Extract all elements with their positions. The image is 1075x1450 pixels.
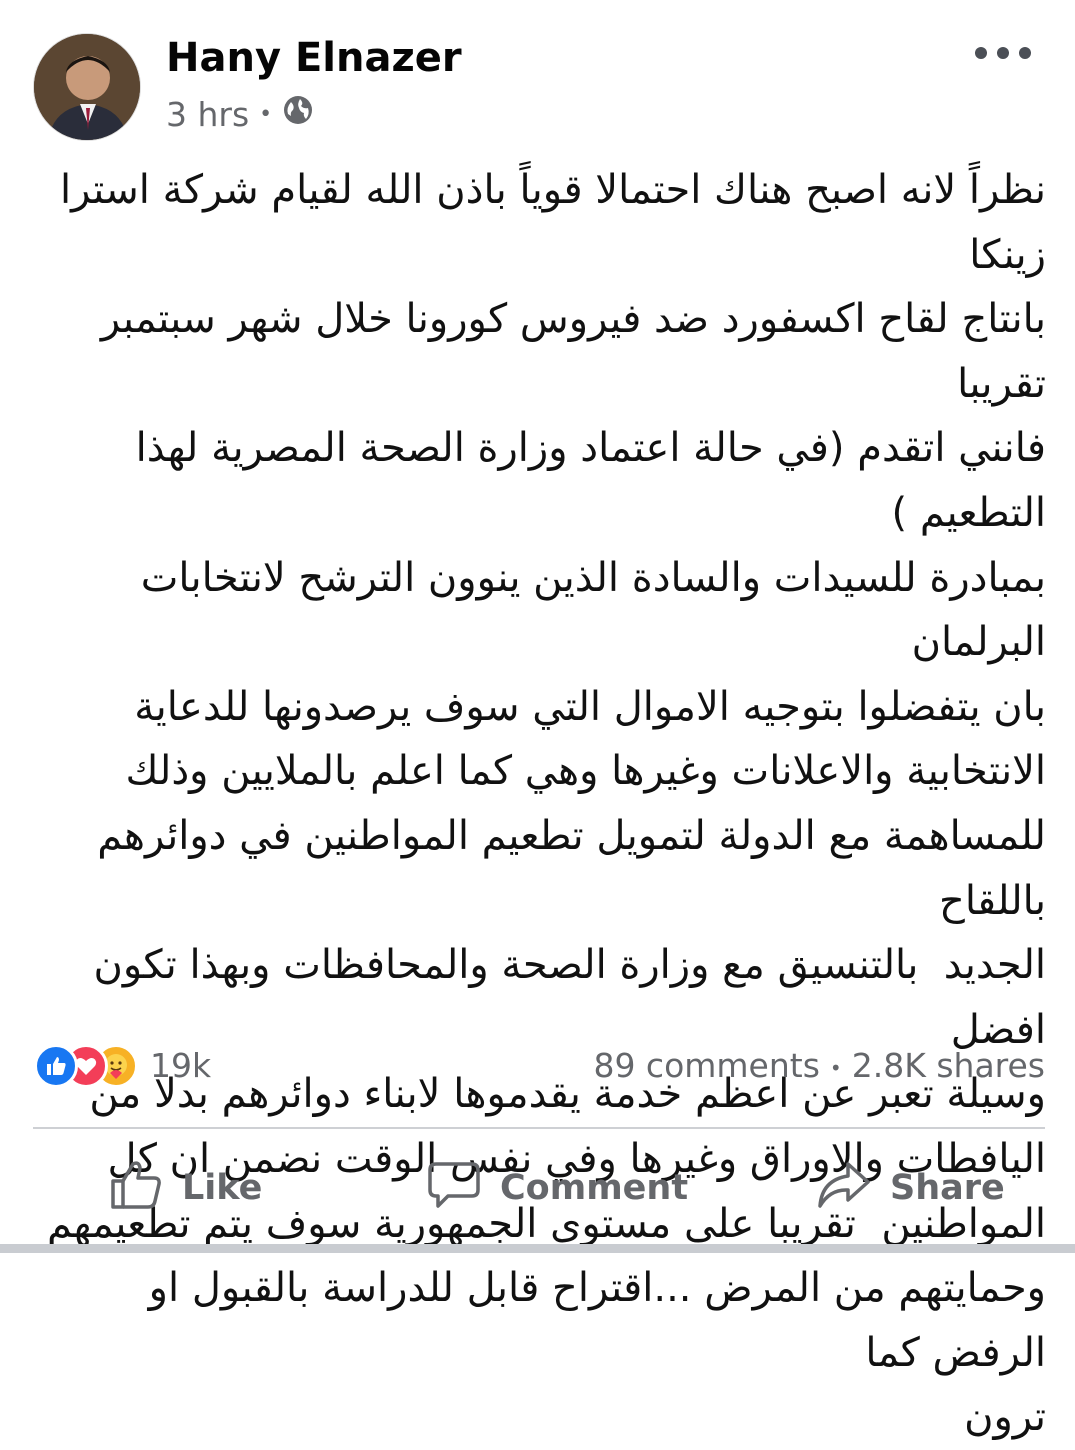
share-button[interactable]: Share [816, 1158, 1005, 1218]
more-options-icon[interactable] [975, 36, 1031, 70]
action-bar: Like Comment Share [0, 1140, 1075, 1236]
comment-bubble-icon [426, 1156, 500, 1221]
stats-separator: • [829, 1055, 842, 1080]
reactions-count: 19k [150, 1046, 212, 1085]
bottom-separator [0, 1244, 1075, 1253]
comments-count[interactable]: 89 comments [593, 1046, 819, 1085]
like-reaction-icon [34, 1044, 78, 1088]
author-name[interactable]: Hany Elnazer [166, 34, 462, 82]
reactions-summary[interactable]: 19k [34, 1044, 211, 1088]
like-button[interactable]: Like [108, 1158, 262, 1218]
post-meta: 3 hrs • [166, 94, 314, 135]
share-label: Share [890, 1168, 1005, 1208]
post-text: نظراً لانه اصبح هناك احتمالا قوياً باذن … [47, 167, 1046, 1441]
comment-label: Comment [500, 1168, 689, 1208]
share-arrow-icon [816, 1156, 890, 1221]
globe-icon[interactable] [282, 94, 314, 135]
post-header: Hany Elnazer 3 hrs • [0, 0, 1075, 150]
like-label: Like [182, 1168, 263, 1208]
thumbs-up-icon [108, 1156, 182, 1221]
author-avatar[interactable] [33, 33, 141, 141]
post-time[interactable]: 3 hrs [166, 95, 249, 135]
divider [33, 1127, 1045, 1129]
post-stats: 19k 89 comments • 2.8K shares [0, 1040, 1075, 1096]
shares-count[interactable]: 2.8K shares [852, 1046, 1045, 1085]
comments-shares: 89 comments • 2.8K shares [593, 1044, 1045, 1090]
meta-separator: • [259, 101, 273, 127]
comment-button[interactable]: Comment [426, 1158, 688, 1218]
